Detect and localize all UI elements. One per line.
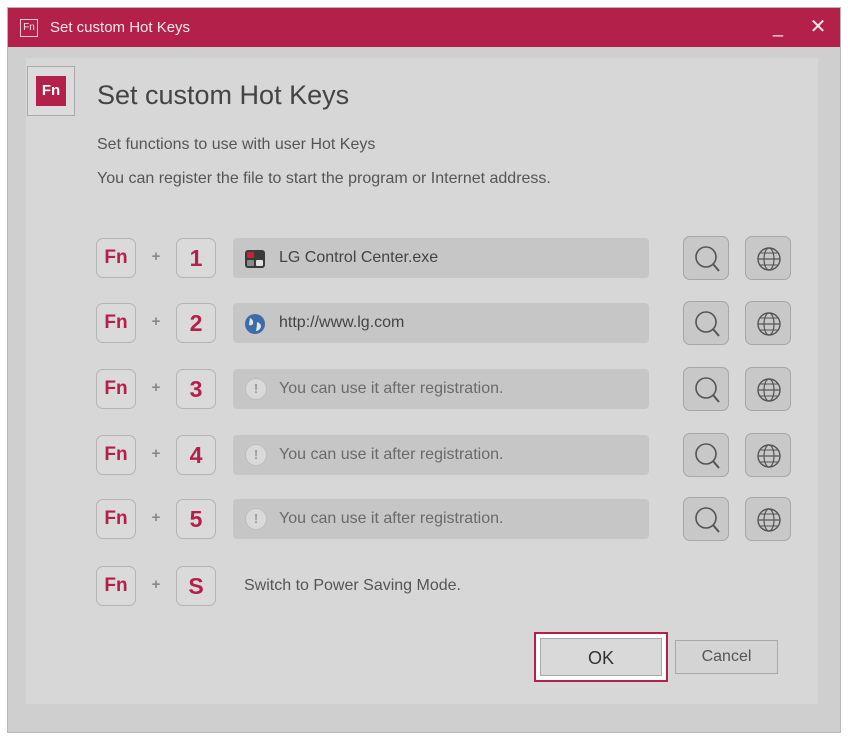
plus-sign: + <box>151 379 161 396</box>
hotkey-target-field[interactable]: LG Control Center.exe <box>233 238 649 278</box>
fn-app-icon: Fn <box>20 18 38 37</box>
search-icon <box>695 377 720 403</box>
globe-icon <box>757 378 781 402</box>
plus-sign: + <box>151 445 161 462</box>
hotkey-target-field[interactable]: ! You can use it after registration. <box>233 369 649 409</box>
set-web-address-button[interactable] <box>745 301 791 345</box>
window-title: Set custom Hot Keys <box>50 19 191 36</box>
warning-icon: ! <box>245 378 267 400</box>
globe-icon <box>757 312 781 336</box>
number-key: 4 <box>176 435 216 475</box>
plus-sign: + <box>151 576 161 593</box>
search-icon <box>695 246 720 272</box>
description-line-2: You can register the file to start the p… <box>97 170 551 187</box>
hotkey-row-5: Fn + 5 ! You can use it after registrati… <box>0 497 848 543</box>
set-web-address-button[interactable] <box>745 497 791 541</box>
power-saving-label: Switch to Power Saving Mode. <box>244 577 461 594</box>
warning-icon: ! <box>245 508 267 530</box>
ok-button-label: OK <box>540 638 662 676</box>
fn-key: Fn <box>96 369 136 409</box>
hotkey-target-field[interactable]: http://www.lg.com <box>233 303 649 343</box>
fn-key: Fn <box>96 238 136 278</box>
minimize-button[interactable]: _ <box>770 18 786 38</box>
hotkey-target-text: LG Control Center.exe <box>279 249 439 266</box>
warning-icon: ! <box>245 444 267 466</box>
search-icon <box>695 311 720 337</box>
set-web-address-button[interactable] <box>745 433 791 477</box>
hotkey-target-text: You can use it after registration. <box>279 446 504 463</box>
globe-icon <box>757 444 781 468</box>
browse-file-button[interactable] <box>683 236 729 280</box>
browse-file-button[interactable] <box>683 433 729 477</box>
hotkey-target-text: http://www.lg.com <box>279 314 405 331</box>
hotkey-row-3: Fn + 3 ! You can use it after registrati… <box>0 367 848 413</box>
fn-key: Fn <box>96 499 136 539</box>
plus-sign: + <box>151 509 161 526</box>
cancel-button[interactable]: Cancel <box>675 640 778 674</box>
hotkey-row-1: Fn + 1 LG Control Center.exe <box>0 236 848 282</box>
title-bar[interactable]: Fn Set custom Hot Keys _ ✕ <box>8 8 840 47</box>
number-key: 1 <box>176 238 216 278</box>
plus-sign: + <box>151 313 161 330</box>
hotkey-target-text: You can use it after registration. <box>279 510 504 527</box>
lg-control-center-icon <box>245 250 265 268</box>
power-saving-row: Fn + S Switch to Power Saving Mode. <box>0 564 848 610</box>
fn-header-icon: Fn <box>27 66 75 116</box>
fn-key: Fn <box>96 303 136 343</box>
number-key: 3 <box>176 369 216 409</box>
page-title: Set custom Hot Keys <box>97 80 350 110</box>
number-key: 5 <box>176 499 216 539</box>
browse-file-button[interactable] <box>683 367 729 411</box>
fn-key: Fn <box>96 566 136 606</box>
fn-key: Fn <box>96 435 136 475</box>
hotkey-target-field[interactable]: ! You can use it after registration. <box>233 435 649 475</box>
hotkey-row-2: Fn + 2 http://www.lg.com <box>0 301 848 347</box>
globe-icon <box>245 314 265 334</box>
browse-file-button[interactable] <box>683 497 729 541</box>
close-button[interactable]: ✕ <box>808 16 828 38</box>
set-web-address-button[interactable] <box>745 367 791 411</box>
hotkey-target-field[interactable]: ! You can use it after registration. <box>233 499 649 539</box>
set-web-address-button[interactable] <box>745 236 791 280</box>
search-icon <box>695 443 720 469</box>
plus-sign: + <box>151 248 161 265</box>
hotkey-target-text: You can use it after registration. <box>279 380 504 397</box>
description-line-1: Set functions to use with user Hot Keys <box>97 136 376 153</box>
s-key: S <box>176 566 216 606</box>
number-key: 2 <box>176 303 216 343</box>
hotkey-row-4: Fn + 4 ! You can use it after registrati… <box>0 433 848 479</box>
browse-file-button[interactable] <box>683 301 729 345</box>
globe-icon <box>757 508 781 532</box>
search-icon <box>695 507 720 533</box>
ok-button[interactable]: OK <box>534 632 668 682</box>
globe-icon <box>757 247 781 271</box>
